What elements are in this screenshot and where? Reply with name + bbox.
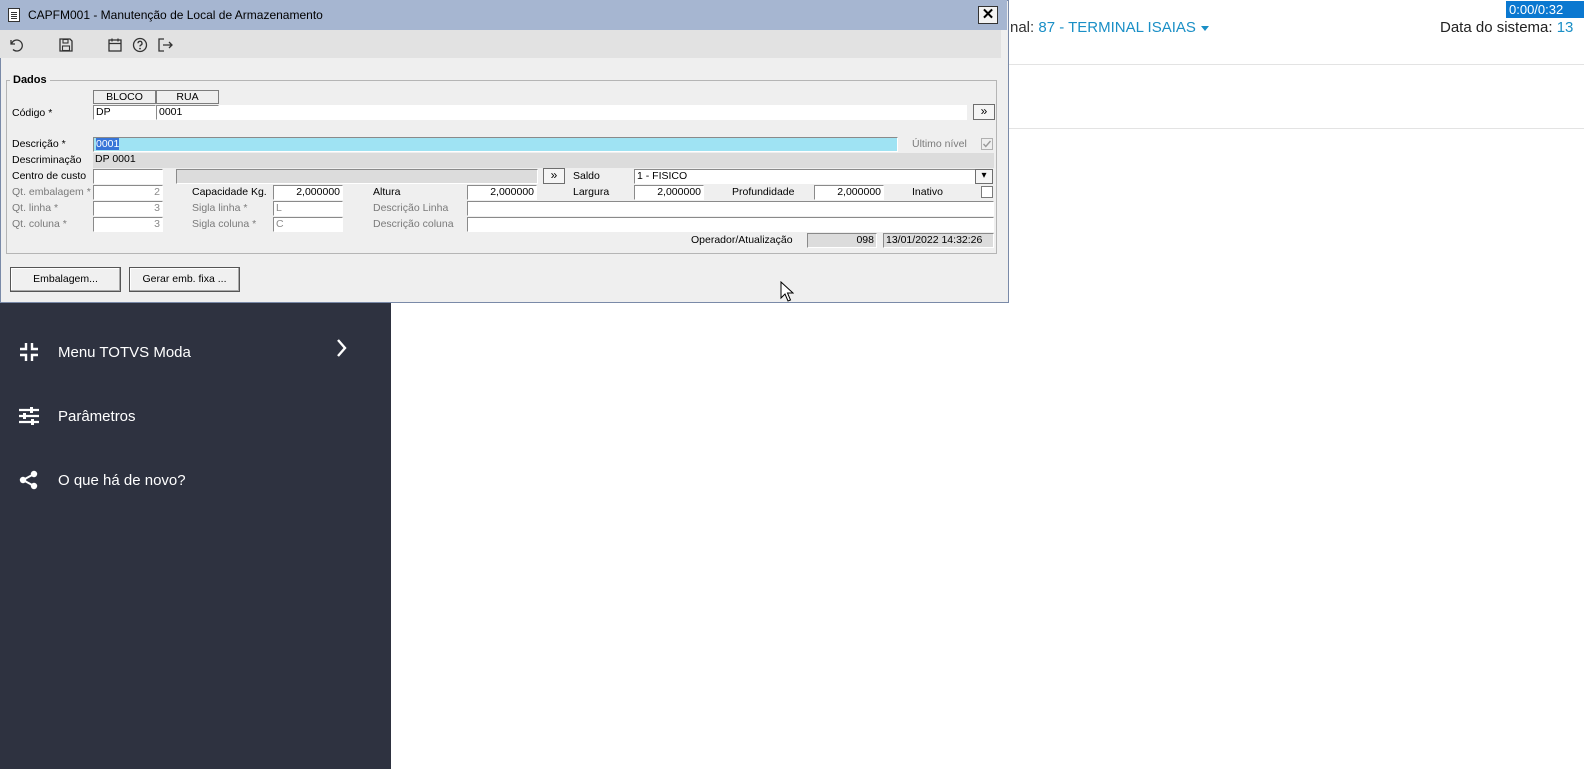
codigo-bloco-field[interactable]: DP (93, 105, 156, 120)
codigo-rua-field[interactable]: 0001 (156, 105, 219, 120)
timer-badge: 0:00/0:32 (1506, 1, 1584, 18)
centro-custo-desc-field (176, 169, 538, 184)
document-icon (8, 8, 20, 22)
altura-label: Altura (373, 186, 401, 198)
largura-label: Largura (573, 186, 610, 198)
sysdate-label: Data do sistema: (1440, 19, 1557, 36)
ultimo-nivel-label: Último nível (912, 138, 967, 150)
qt-embalagem-field[interactable]: 2 (93, 185, 163, 200)
profundidade-label: Profundidade (732, 186, 795, 198)
sidebar-item-menu-totvs-moda[interactable]: Menu TOTVS Moda (18, 341, 191, 363)
ultimo-nivel-checkbox[interactable] (981, 138, 993, 150)
sigla-coluna-field[interactable]: C (273, 217, 343, 232)
profundidade-field[interactable]: 2,000000 (814, 185, 884, 200)
operador-code-field: 098 (807, 233, 877, 248)
undo-icon[interactable] (7, 36, 25, 54)
caret-down-icon (1200, 25, 1209, 31)
capacidade-field[interactable]: 2,000000 (273, 185, 343, 200)
terminal-label: nal: (1010, 19, 1039, 36)
column-header-rua: RUA (156, 90, 219, 104)
sidebar-item-label: Menu TOTVS Moda (58, 343, 191, 361)
codigo-lookup-button[interactable]: » (973, 104, 995, 120)
exit-icon[interactable] (156, 36, 174, 54)
inativo-label: Inativo (912, 186, 943, 198)
centro-custo-label: Centro de custo (12, 170, 87, 182)
sigla-linha-label: Sigla linha * (192, 202, 248, 214)
qt-embalagem-label: Qt. embalagem * (12, 186, 91, 198)
codigo-extra-area (219, 105, 967, 120)
calendar-icon[interactable] (106, 36, 124, 54)
descricao-linha-label: Descrição Linha (373, 202, 449, 214)
sidebar-item-label: Parâmetros (58, 407, 136, 425)
inativo-checkbox[interactable] (981, 186, 993, 198)
operador-datetime-field: 13/01/2022 14:32:26 (883, 233, 994, 248)
qt-linha-label: Qt. linha * (12, 202, 59, 214)
saldo-label: Saldo (573, 170, 600, 182)
mouse-cursor-icon (780, 280, 795, 308)
dialog-title: CAPFM001 - Manutenção de Local de Armaze… (28, 8, 323, 22)
descricao-linha-field[interactable] (467, 201, 994, 216)
terminal-value: 87 - TERMINAL ISAIAS (1038, 19, 1196, 36)
descricao-field[interactable]: 0001 (93, 137, 898, 152)
descricao-value: 0001 (96, 138, 120, 150)
descricao-coluna-label: Descrição coluna (373, 218, 454, 230)
sysdate-value: 13 (1556, 19, 1574, 36)
terminal-selector[interactable]: nal: 87 - TERMINAL ISAIAS (1010, 19, 1209, 36)
sidebar-item-parametros[interactable]: Parâmetros (18, 405, 136, 427)
gerar-emb-fixa-button[interactable]: Gerar emb. fixa ... (129, 267, 240, 292)
operador-label: Operador/Atualização (691, 234, 793, 246)
codigo-label: Código * (12, 107, 53, 119)
centro-custo-lookup-button[interactable]: » (543, 168, 565, 184)
chevron-down-icon: ▾ (981, 170, 987, 181)
centro-custo-field[interactable] (93, 169, 163, 184)
altura-field[interactable]: 2,000000 (467, 185, 537, 200)
qt-coluna-label: Qt. coluna * (12, 218, 67, 230)
toolbar (0, 30, 1001, 58)
system-date: Data do sistema: 13 (1440, 19, 1573, 36)
close-button[interactable]: ✕ (978, 6, 998, 24)
saldo-select[interactable]: 1 - FISICO (634, 169, 976, 184)
sidebar (0, 303, 391, 769)
share-icon (18, 469, 40, 491)
largura-field[interactable]: 2,000000 (634, 185, 704, 200)
collapse-icon (18, 341, 40, 363)
capacidade-label: Capacidade Kg. (192, 186, 267, 198)
help-icon[interactable] (131, 36, 149, 54)
descricao-coluna-field[interactable] (467, 217, 994, 232)
descriminacao-field: DP 0001 (93, 153, 994, 168)
sliders-icon (18, 405, 40, 427)
saldo-dropdown-button[interactable]: ▾ (975, 169, 993, 184)
sidebar-item-novidades[interactable]: O que há de novo? (18, 469, 186, 491)
sigla-coluna-label: Sigla coluna * (192, 218, 257, 230)
group-title: Dados (10, 74, 50, 86)
sidebar-item-label: O que há de novo? (58, 471, 186, 489)
descriminacao-label: Descriminação (12, 154, 82, 166)
descricao-label: Descrição * (12, 138, 66, 150)
sigla-linha-field[interactable]: L (273, 201, 343, 216)
chevron-right-icon (336, 338, 348, 363)
embalagem-button[interactable]: Embalagem... (10, 267, 121, 292)
qt-coluna-field[interactable]: 3 (93, 217, 163, 232)
column-header-bloco: BLOCO (93, 90, 156, 104)
qt-linha-field[interactable]: 3 (93, 201, 163, 216)
save-icon[interactable] (57, 36, 75, 54)
